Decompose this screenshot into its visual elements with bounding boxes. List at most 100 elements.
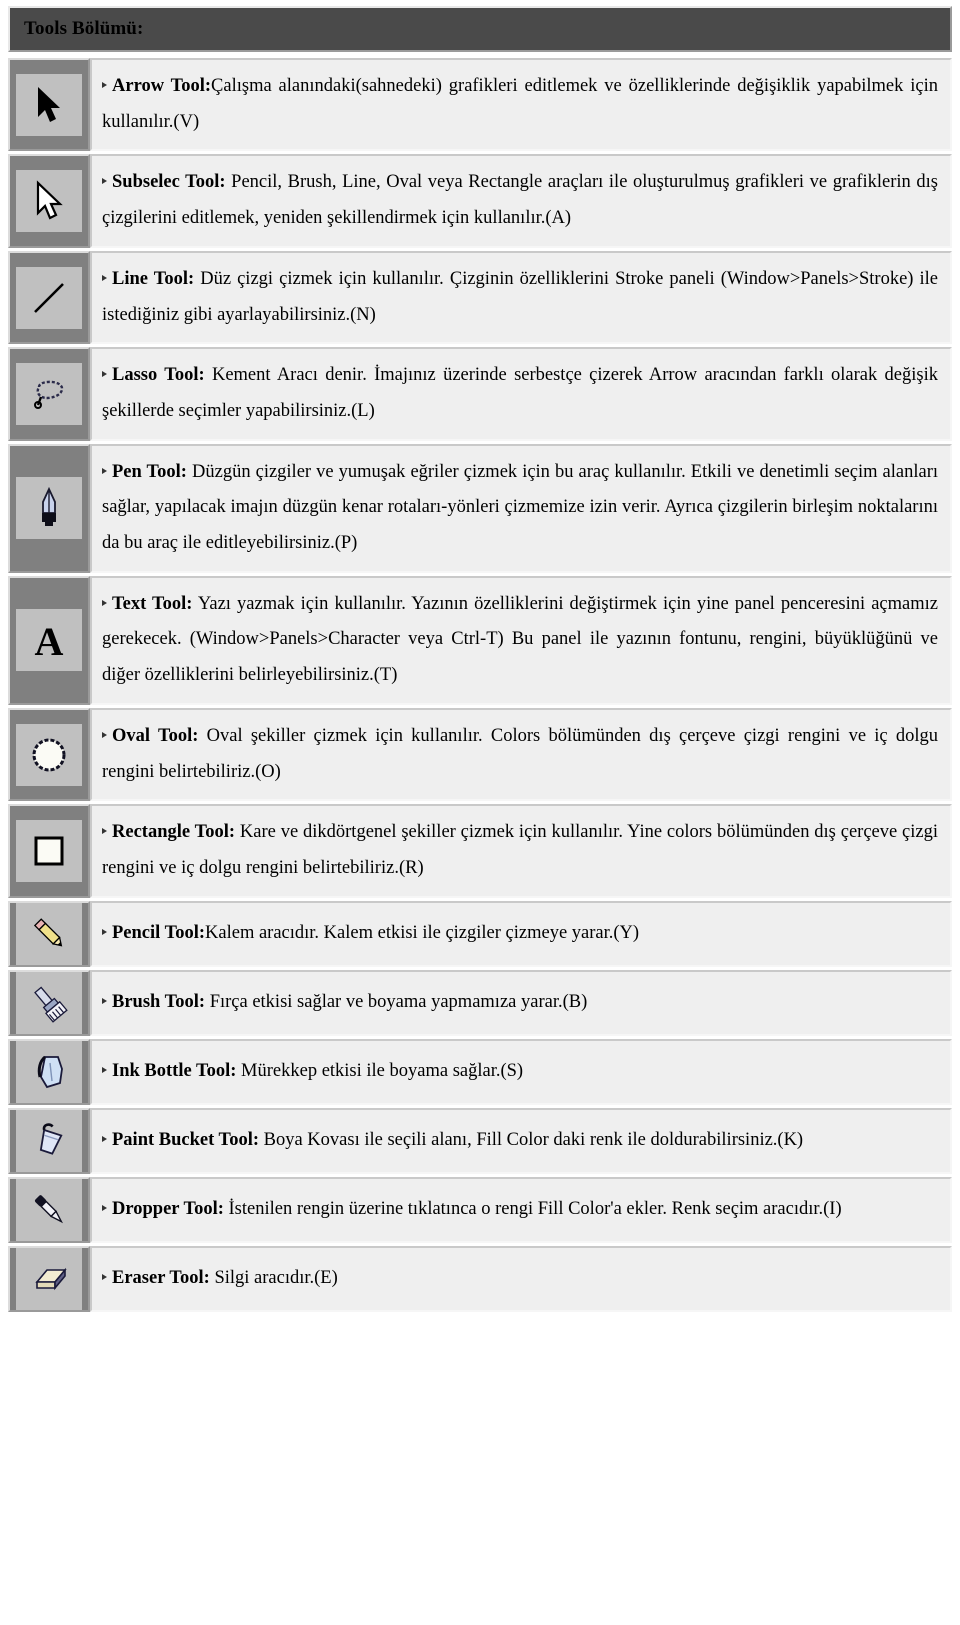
tool-description: Fırça etkisi sağlar ve boyama yapmamıza … xyxy=(209,991,588,1012)
line-icon xyxy=(16,266,82,329)
tool-description: Çalışma alanındaki(sahnedeki) grafikleri… xyxy=(102,76,938,132)
bullet-triangle-icon xyxy=(102,1273,107,1280)
bullet-triangle-icon xyxy=(102,599,107,606)
tool-description-cell: Rectangle Tool: Kare ve dikdörtgenel şek… xyxy=(90,804,952,898)
bullet-triangle-icon xyxy=(102,1135,107,1142)
rectangle-icon xyxy=(16,819,82,882)
bullet-triangle-icon xyxy=(102,1066,107,1073)
tool-description: Kalem aracıdır. Kalem etkisi ile çizgile… xyxy=(205,922,640,943)
table-row: Ink Bottle Tool: Mürekkep etkisi ile boy… xyxy=(8,1038,952,1105)
bullet-triangle-icon xyxy=(102,467,107,474)
bullet-triangle-icon xyxy=(102,82,107,88)
tool-description-cell: Line Tool: Düz çizgi çizmek için kullanı… xyxy=(90,250,952,345)
tool-icon-cell[interactable] xyxy=(8,900,90,967)
bullet-triangle-icon xyxy=(102,371,107,378)
tools-table: Arrow Tool:Çalışma alanındaki(sahnedeki)… xyxy=(8,55,952,1315)
tool-description-cell: Pen Tool: Düzgün çizgiler ve yumuşak eğr… xyxy=(90,443,952,573)
table-row: Rectangle Tool: Kare ve dikdörtgenel şek… xyxy=(8,804,952,898)
tool-name: Eraser Tool: xyxy=(112,1267,210,1288)
bullet-triangle-icon xyxy=(102,1204,107,1211)
tool-description: Boya Kovası ile seçili alanı, Fill Color… xyxy=(263,1129,804,1150)
tool-description: Mürekkep etkisi ile boyama sağlar.(S) xyxy=(241,1060,524,1081)
ink-bottle-icon xyxy=(16,1040,82,1103)
tool-description: Düz çizgi çizmek için kullanılır. Çizgin… xyxy=(102,268,939,325)
table-row: Dropper Tool: İstenilen rengin üzerine t… xyxy=(8,1176,952,1243)
tool-description: Silgi aracıdır.(E) xyxy=(214,1267,338,1288)
table-row: Arrow Tool:Çalışma alanındaki(sahnedeki)… xyxy=(8,58,952,152)
page-title: Tools Bölümü: xyxy=(24,18,144,39)
bullet-triangle-icon xyxy=(102,731,107,738)
table-row: Line Tool: Düz çizgi çizmek için kullanı… xyxy=(8,250,952,345)
bullet-triangle-icon xyxy=(102,274,107,281)
tool-description-cell: Ink Bottle Tool: Mürekkep etkisi ile boy… xyxy=(90,1038,952,1105)
tool-icon-cell[interactable] xyxy=(8,347,90,441)
tool-icon-cell[interactable] xyxy=(8,1245,90,1312)
tool-name: Pencil Tool: xyxy=(112,922,206,943)
tool-description-cell: Subselec Tool: Pencil, Brush, Line, Oval… xyxy=(90,154,952,248)
tool-icon-cell[interactable] xyxy=(8,250,90,345)
table-row: Lasso Tool: Kement Aracı denir. İmajınız… xyxy=(8,347,952,441)
table-row: Pencil Tool:Kalem aracıdır. Kalem etkisi… xyxy=(8,900,952,967)
arrow-cursor-icon xyxy=(16,73,82,136)
subselect-cursor-icon xyxy=(16,170,82,233)
tool-name: Rectangle Tool: xyxy=(112,822,236,843)
tool-name: Text Tool: xyxy=(112,593,193,614)
tool-description-cell: Lasso Tool: Kement Aracı denir. İmajınız… xyxy=(90,347,952,441)
tool-description: Düzgün çizgiler ve yumuşak eğriler çizme… xyxy=(102,461,938,554)
tool-description-cell: Text Tool: Yazı yazmak için kullanılır. … xyxy=(90,575,952,705)
tool-icon-cell[interactable] xyxy=(8,804,90,898)
tool-description: Yazı yazmak için kullanılır. Yazının öze… xyxy=(102,593,938,686)
tools-table-body: Arrow Tool:Çalışma alanındaki(sahnedeki)… xyxy=(8,58,952,1312)
tool-icon-cell[interactable] xyxy=(8,154,90,248)
svg-text:A: A xyxy=(35,619,64,662)
tool-name: Ink Bottle Tool: xyxy=(112,1060,237,1081)
tool-icon-cell[interactable] xyxy=(8,443,90,573)
table-row: A Text Tool: Yazı yazmak için kullanılır… xyxy=(8,575,952,705)
tool-name: Oval Tool: xyxy=(112,725,199,746)
tool-description: Oval şekiller çizmek için kullanılır. Co… xyxy=(102,725,939,782)
tool-description-cell: Paint Bucket Tool: Boya Kovası ile seçil… xyxy=(90,1107,952,1174)
table-row: Oval Tool: Oval şekiller çizmek için kul… xyxy=(8,707,952,802)
table-row: Paint Bucket Tool: Boya Kovası ile seçil… xyxy=(8,1107,952,1174)
tool-name: Line Tool: xyxy=(112,268,195,289)
tool-name: Dropper Tool: xyxy=(112,1198,224,1219)
tool-name: Arrow Tool: xyxy=(112,76,212,96)
tool-icon-cell[interactable] xyxy=(8,707,90,802)
oval-icon xyxy=(16,723,82,786)
tool-description-cell: Pencil Tool:Kalem aracıdır. Kalem etkisi… xyxy=(90,900,952,967)
tool-icon-cell[interactable] xyxy=(8,1107,90,1174)
tool-icon-cell[interactable]: A xyxy=(8,575,90,705)
pen-nib-icon xyxy=(16,477,82,540)
section-header-band: Tools Bölümü: xyxy=(8,6,952,52)
tool-description: İstenilen rengin üzerine tıklatınca o re… xyxy=(228,1198,842,1219)
tool-name: Lasso Tool: xyxy=(112,365,205,386)
table-row: Brush Tool: Fırça etkisi sağlar ve boyam… xyxy=(8,969,952,1036)
tool-name: Paint Bucket Tool: xyxy=(112,1129,259,1150)
tool-name: Brush Tool: xyxy=(112,991,206,1012)
tool-description-cell: Eraser Tool: Silgi aracıdır.(E) xyxy=(90,1245,952,1312)
lasso-icon xyxy=(16,362,82,425)
bullet-triangle-icon xyxy=(102,178,107,185)
tool-icon-cell[interactable] xyxy=(8,58,90,152)
tool-description-cell: Dropper Tool: İstenilen rengin üzerine t… xyxy=(90,1176,952,1243)
tool-icon-cell[interactable] xyxy=(8,1038,90,1105)
tool-description-cell: Oval Tool: Oval şekiller çizmek için kul… xyxy=(90,707,952,802)
tool-description: Pencil, Brush, Line, Oval veya Rectangle… xyxy=(102,172,938,229)
tool-icon-cell[interactable] xyxy=(8,1176,90,1243)
tool-name: Pen Tool: xyxy=(112,461,187,482)
eraser-icon xyxy=(16,1247,82,1310)
bullet-triangle-icon xyxy=(102,928,107,935)
bullet-triangle-icon xyxy=(102,828,107,835)
tool-description-cell: Brush Tool: Fırça etkisi sağlar ve boyam… xyxy=(90,969,952,1036)
text-a-icon: A xyxy=(16,609,82,672)
tool-name: Subselec Tool: xyxy=(112,172,226,193)
paint-bucket-icon xyxy=(16,1109,82,1172)
table-row: Subselec Tool: Pencil, Brush, Line, Oval… xyxy=(8,154,952,248)
tool-description: Kement Aracı denir. İmajınız üzerinde se… xyxy=(102,365,938,421)
brush-icon xyxy=(16,971,82,1034)
bullet-triangle-icon xyxy=(102,997,107,1004)
tool-icon-cell[interactable] xyxy=(8,969,90,1036)
table-row: Eraser Tool: Silgi aracıdır.(E) xyxy=(8,1245,952,1312)
tools-reference-page: Tools Bölümü: Arrow Tool:Çalışma alanınd… xyxy=(0,0,960,1315)
tool-description-cell: Arrow Tool:Çalışma alanındaki(sahnedeki)… xyxy=(90,58,952,152)
